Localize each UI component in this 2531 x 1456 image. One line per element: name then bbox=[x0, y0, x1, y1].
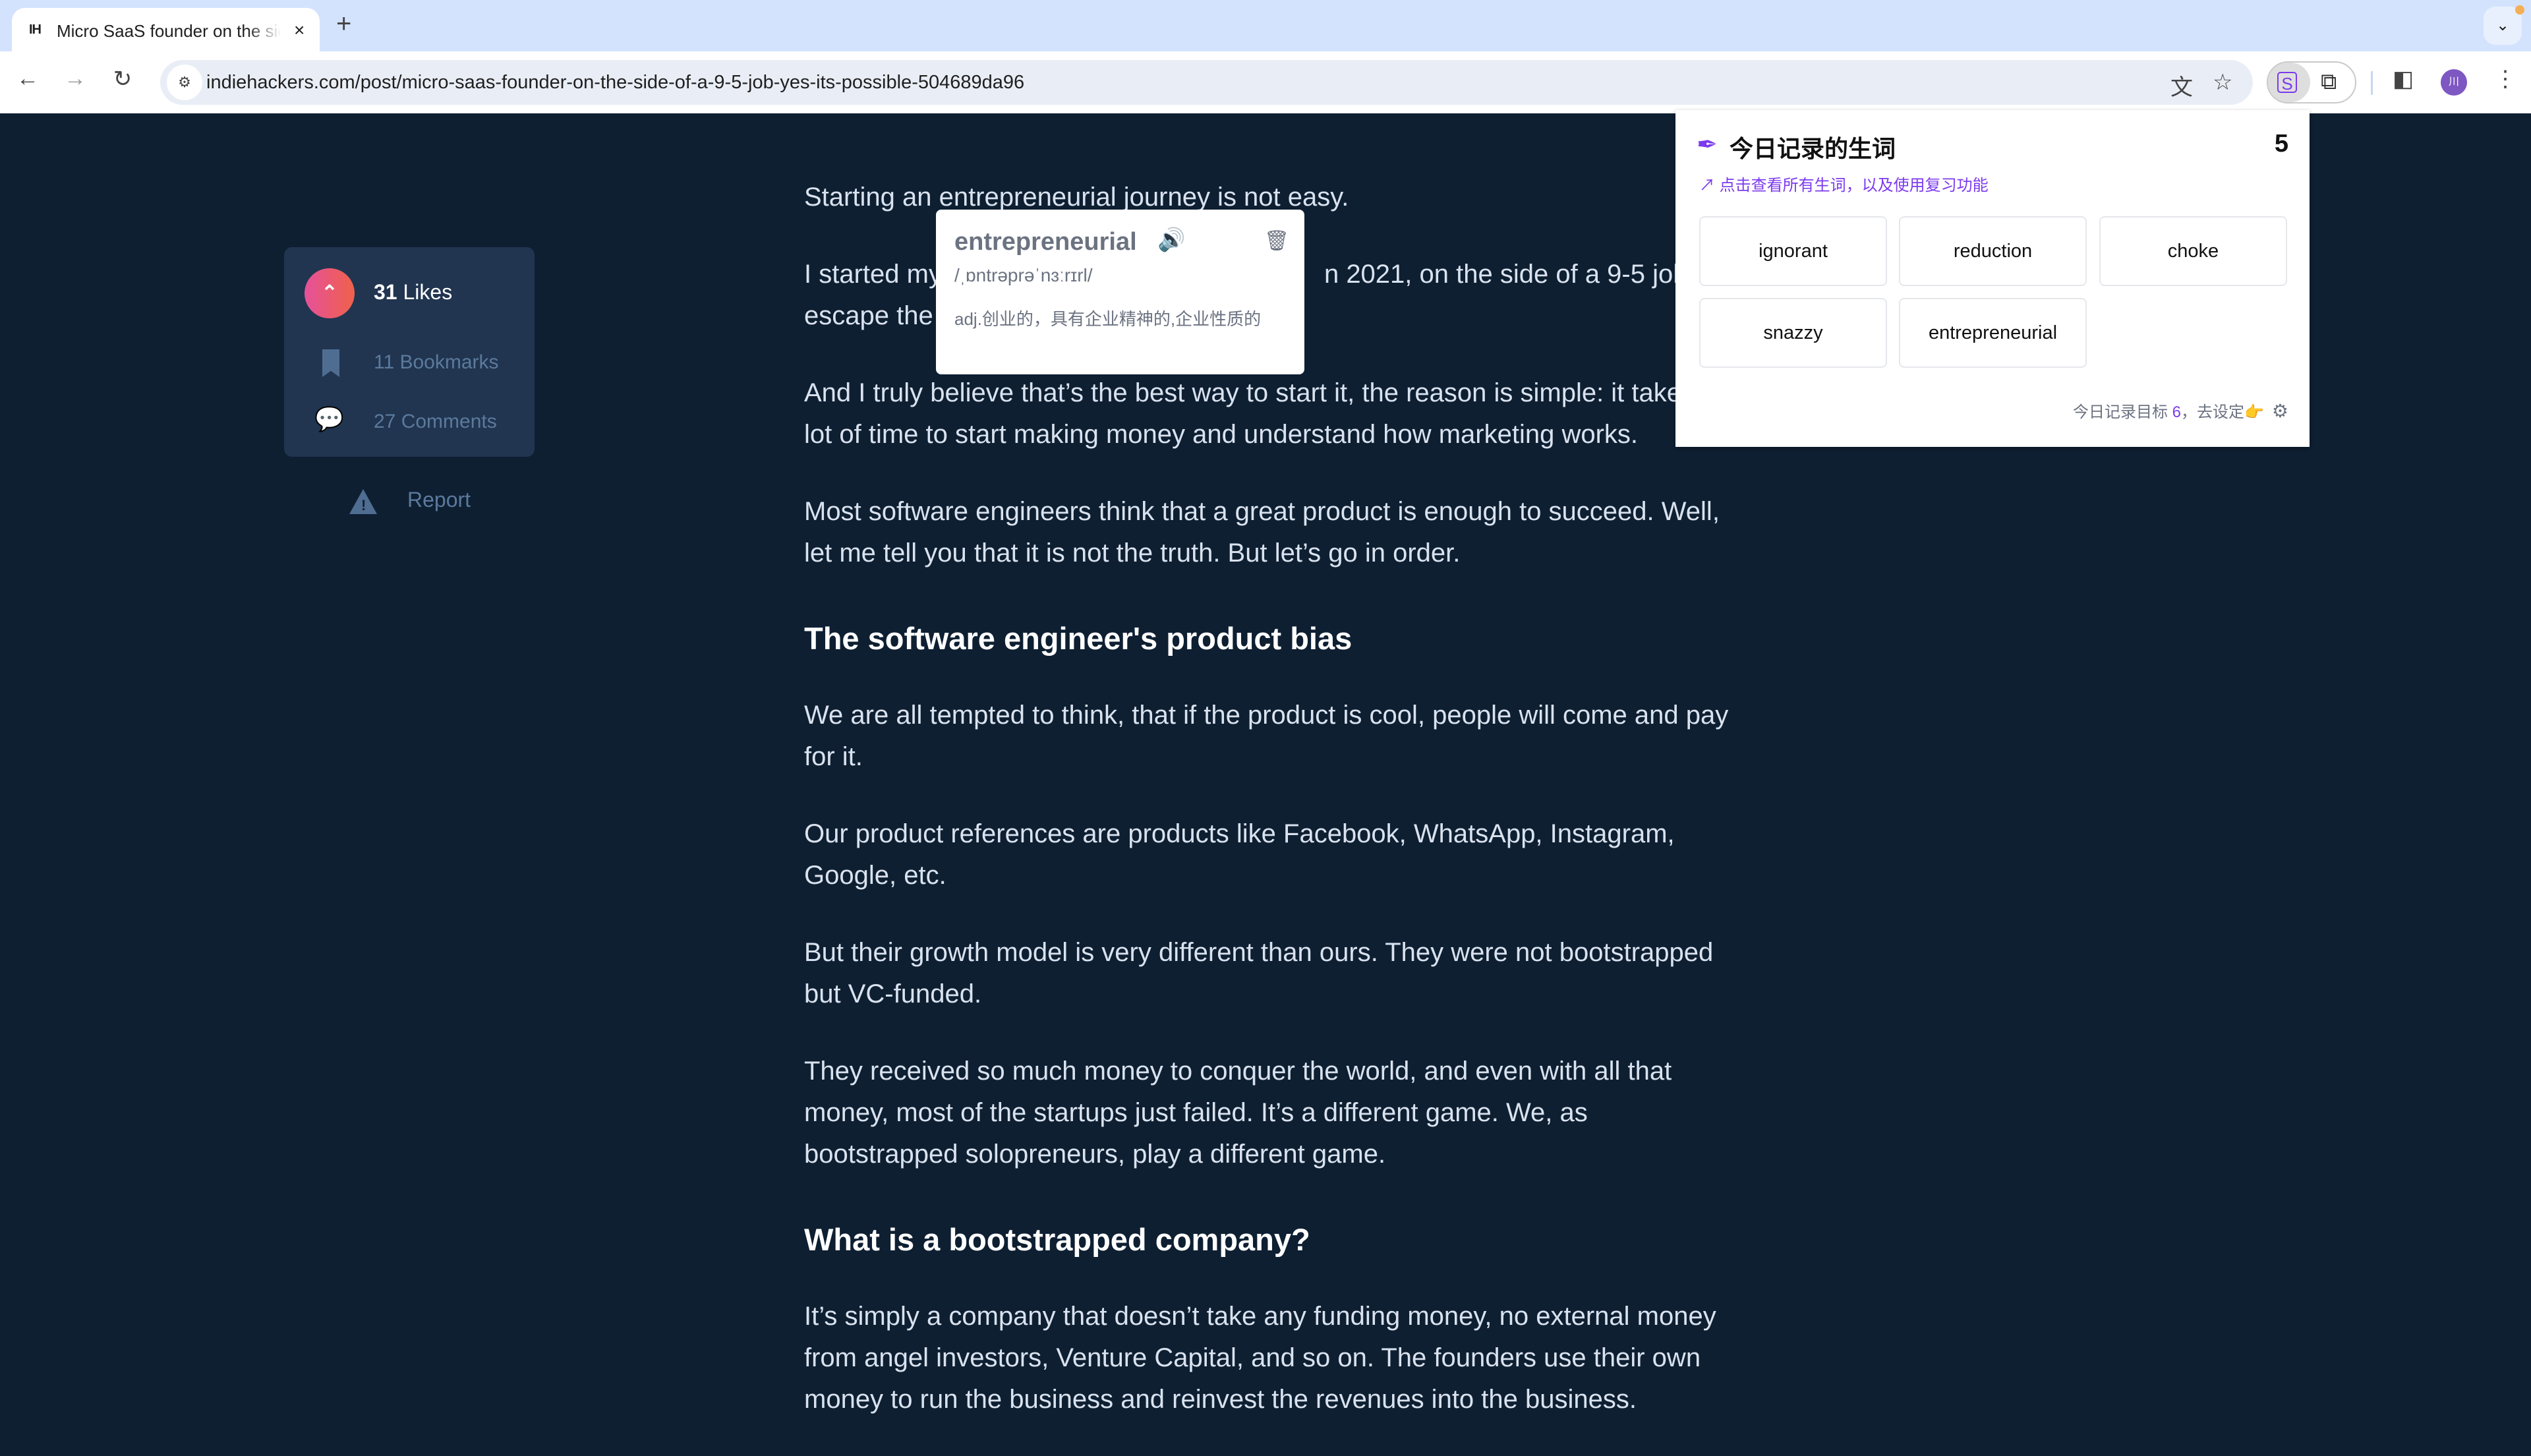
forward-button[interactable]: → bbox=[61, 66, 90, 92]
quill-icon: ✒ bbox=[1697, 131, 1718, 159]
highlighted-word[interactable]: entrepreneurial bbox=[939, 183, 1117, 212]
vocab-extension-button[interactable]: S bbox=[2268, 63, 2310, 102]
section-heading: What is a bootstrapped company? bbox=[804, 1222, 1310, 1257]
external-link-icon: ↗ bbox=[1699, 177, 1715, 194]
indiehackers-favicon-icon: IH bbox=[29, 22, 42, 37]
notification-dot bbox=[2515, 5, 2524, 15]
section-heading: The software engineer's product bias bbox=[804, 621, 1353, 656]
pointing-hand-icon: 👉 bbox=[2244, 403, 2264, 421]
translate-icon[interactable]: 文 bbox=[2170, 69, 2193, 102]
word-card[interactable]: choke bbox=[2099, 216, 2287, 286]
definition: adj.创业的，具有企业精神的,企业性质的 bbox=[954, 309, 1262, 329]
paragraph: They received so much money to conquer t… bbox=[804, 1057, 1672, 1169]
set-goal-link[interactable]: ，去设定 bbox=[2181, 403, 2244, 421]
paragraph: We are all tempted to think, that if the… bbox=[804, 701, 1729, 771]
new-tab-button[interactable]: + bbox=[336, 9, 351, 39]
warning-icon: ! bbox=[349, 489, 377, 514]
speaker-icon[interactable]: 🔊 bbox=[1157, 227, 1185, 253]
paragraph: Our product references are products like… bbox=[804, 819, 1675, 890]
address-bar[interactable]: ⚙ indiehackers.com/post/micro-saas-found… bbox=[160, 60, 2253, 105]
back-button[interactable]: ← bbox=[13, 66, 42, 92]
word-card[interactable]: entrepreneurial bbox=[1899, 298, 2087, 368]
popup-title: 今日记录的生词 bbox=[1730, 135, 1896, 162]
tab-search-dropdown-button[interactable]: ⌄ bbox=[2484, 5, 2524, 45]
comments-link[interactable]: 27 Comments bbox=[374, 411, 497, 433]
tab-strip: IH Micro SaaS founder on the side of a 9… bbox=[0, 0, 2531, 51]
report-label: Report bbox=[407, 488, 471, 511]
trash-icon[interactable]: 🗑 bbox=[1264, 229, 1289, 252]
profile-avatar[interactable]: 川 bbox=[2441, 69, 2467, 96]
tooltip-word: entrepreneurial bbox=[954, 228, 1137, 256]
word-card[interactable]: ignorant bbox=[1699, 216, 1887, 286]
chevron-up-icon: ⌃ bbox=[321, 282, 338, 304]
bookmark-star-icon[interactable]: ☆ bbox=[2213, 69, 2232, 96]
side-panel-icon[interactable]: ◧ bbox=[2393, 66, 2414, 92]
bookmark-icon[interactable] bbox=[322, 349, 339, 377]
phonetic: /ˌɒntrəprəˈnɜːrɪrl/ bbox=[954, 265, 1093, 285]
comment-icon[interactable]: 💬 bbox=[314, 405, 344, 433]
bookmarks-link[interactable]: 11 Bookmarks bbox=[374, 351, 499, 374]
settings-gear-icon[interactable]: ⚙ bbox=[2272, 401, 2288, 421]
browser-tab-active[interactable]: IH Micro SaaS founder on the side of a 9… bbox=[12, 8, 320, 51]
browser-menu-icon[interactable]: ⋮ bbox=[2494, 66, 2516, 92]
vocab-extension-popup: ✒ 今日记录的生词 5 ↗ 点击查看所有生词，以及使用复习功能 ignorant… bbox=[1675, 110, 2310, 447]
paragraph: Most software engineers think that a gre… bbox=[804, 497, 1720, 568]
daily-goal-footer: 今日记录目标 6，去设定👉 ⚙ bbox=[2072, 401, 2288, 421]
site-info-icon[interactable]: ⚙ bbox=[167, 65, 202, 100]
toolbar-divider bbox=[2371, 71, 2373, 95]
reload-button[interactable]: ↻ bbox=[108, 66, 137, 92]
view-all-words-link[interactable]: ↗ 点击查看所有生词，以及使用复习功能 bbox=[1699, 172, 1989, 195]
chevron-down-icon: ⌄ bbox=[2495, 16, 2510, 34]
tab-title: Micro SaaS founder on the side of a 9-5 … bbox=[57, 21, 281, 41]
vocab-extension-icon: S bbox=[2277, 72, 2297, 94]
likes-count: 31 Likes bbox=[374, 280, 453, 304]
paragraph: But their growth model is very different… bbox=[804, 938, 1714, 1008]
url-text[interactable]: indiehackers.com/post/micro-saas-founder… bbox=[206, 72, 1024, 94]
upvote-button[interactable]: ⌃ bbox=[305, 268, 355, 318]
daily-goal-value: 6 bbox=[2172, 403, 2181, 421]
browser-toolbar: ← → ↻ ⚙ indiehackers.com/post/micro-saas… bbox=[0, 51, 2531, 113]
paragraph: And I truly believe that’s the best way … bbox=[804, 378, 1717, 449]
word-card[interactable]: snazzy bbox=[1699, 298, 1887, 368]
word-card[interactable]: reduction bbox=[1899, 216, 2087, 286]
word-definition-tooltip: entrepreneurial 🔊 🗑 /ˌɒntrəprəˈnɜːrɪrl/ … bbox=[936, 210, 1304, 374]
post-stats-card: ⌃ 31 Likes 11 Bookmarks 💬 27 Comments bbox=[284, 247, 535, 457]
close-tab-icon[interactable]: × bbox=[294, 20, 305, 41]
extensions-puzzle-icon[interactable]: ⧉ bbox=[2321, 69, 2337, 95]
paragraph: It’s simply a company that doesn’t take … bbox=[804, 1302, 1716, 1414]
extensions-group: S ⧉ bbox=[2267, 61, 2356, 103]
word-count: 5 bbox=[2274, 130, 2288, 158]
